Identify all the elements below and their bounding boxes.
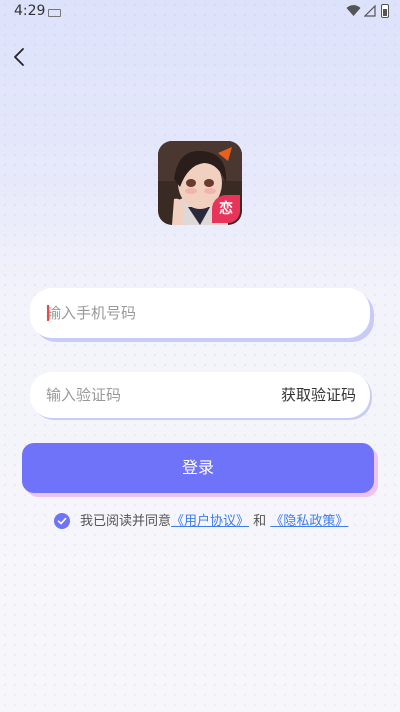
login-button[interactable]: 登录 [22,443,374,493]
code-field[interactable]: 获取验证码 [30,372,370,418]
logo-badge: 恋 [212,195,240,223]
battery-icon [381,4,389,18]
status-bar: 4:29 [0,0,400,24]
agree-checkbox[interactable] [54,513,70,529]
agreement-prefix: 我已阅读并同意 [80,514,172,529]
phone-field[interactable] [30,288,370,338]
verification-code-input[interactable] [46,372,266,418]
agreement-joiner: 和 [253,514,267,529]
keyboard-icon [48,9,61,17]
signal-icon [364,5,376,17]
user-agreement-link[interactable]: 《用户协议》 [171,514,249,529]
back-button[interactable] [8,44,34,70]
app-logo: 恋 [158,141,242,225]
phone-input[interactable] [46,288,266,338]
checkmark-icon [57,517,67,525]
status-time: 4:29 [14,3,46,19]
chevron-left-icon [14,48,24,66]
agreement-text: 我已阅读并同意《用户协议》 和 《隐私政策》 [80,513,348,531]
text-cursor [47,305,49,321]
wifi-icon [346,5,361,16]
privacy-policy-link[interactable]: 《隐私政策》 [270,514,348,529]
get-code-button[interactable]: 获取验证码 [281,372,356,418]
